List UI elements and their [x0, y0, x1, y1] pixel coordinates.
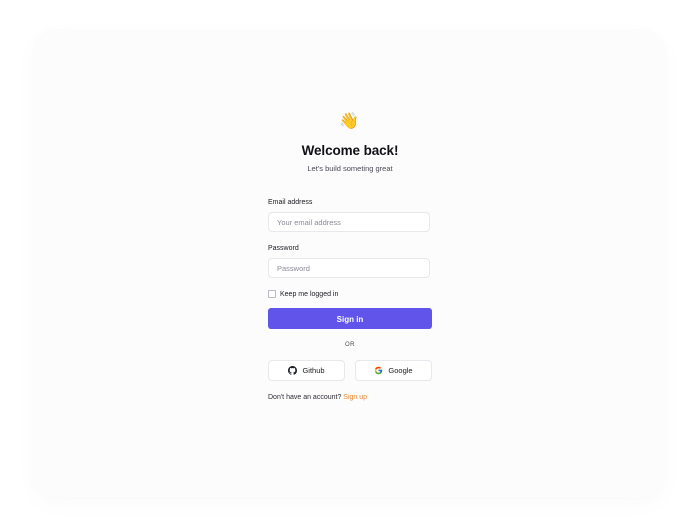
page-subtitle: Let's build someting great: [307, 164, 393, 173]
waving-hand-icon: 👋: [339, 113, 359, 130]
password-label: Password: [268, 245, 299, 252]
google-icon: [375, 366, 383, 375]
google-login-button[interactable]: Google: [355, 360, 432, 381]
sign-in-button[interactable]: Sign in: [268, 308, 432, 329]
page-title: Welcome back!: [301, 143, 399, 158]
page-background: 👋 Welcome back! Let's build someting gre…: [0, 0, 700, 525]
remember-me-checkbox[interactable]: [268, 290, 276, 298]
email-field[interactable]: [268, 212, 430, 232]
github-login-button[interactable]: Github: [268, 360, 345, 381]
password-field[interactable]: [268, 258, 430, 278]
google-label: Google: [388, 366, 413, 375]
github-label: Github: [302, 366, 325, 375]
sign-up-link[interactable]: Sign up: [343, 394, 367, 401]
signup-prompt-text: Don't have an account?: [268, 394, 342, 401]
signup-prompt: Don't have an account? Sign up: [268, 394, 367, 401]
remember-me-label[interactable]: Keep me logged in: [280, 291, 338, 298]
or-divider: OR: [345, 342, 355, 348]
remember-me-row[interactable]: Keep me logged in: [268, 289, 338, 299]
email-label: Email address: [268, 199, 313, 206]
github-icon: [288, 366, 298, 375]
